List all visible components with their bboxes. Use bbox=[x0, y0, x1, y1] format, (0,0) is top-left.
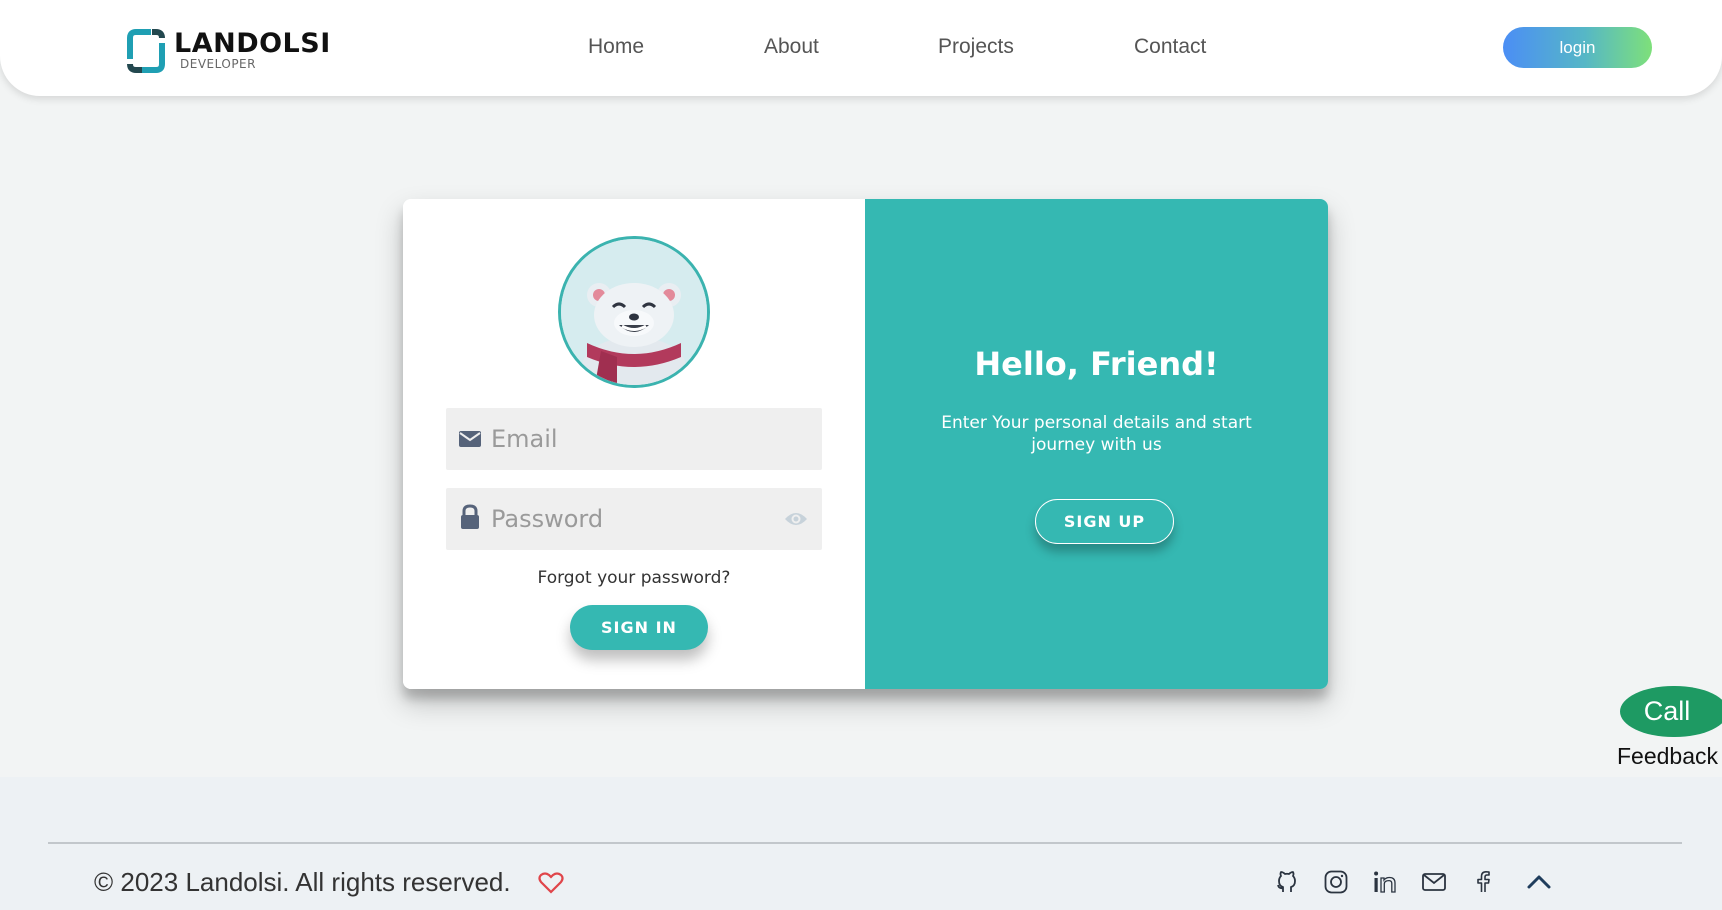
mail-icon[interactable] bbox=[1421, 869, 1447, 895]
avatar bbox=[558, 236, 710, 388]
lock-icon bbox=[461, 504, 479, 529]
nav-contact[interactable]: Contact bbox=[1134, 35, 1206, 59]
eye-icon[interactable] bbox=[784, 510, 808, 528]
overlay-subtitle: Enter Your personal details and start jo… bbox=[941, 413, 1252, 455]
nav-about[interactable]: About bbox=[764, 35, 819, 59]
heart-icon bbox=[538, 872, 564, 894]
logo-mark-icon bbox=[127, 29, 165, 73]
call-feedback-button[interactable]: Call bbox=[1620, 686, 1722, 737]
brand-name: LANDOLSI bbox=[174, 28, 331, 59]
signin-panel: Email Password Forgot your password? SIG… bbox=[403, 199, 865, 689]
polar-bear-avatar-icon bbox=[561, 239, 707, 385]
copyright-text: © 2023 Landolsi. All rights reserved. bbox=[94, 867, 511, 897]
sign-up-button[interactable]: SIGN UP bbox=[1035, 499, 1174, 544]
email-field[interactable]: Email bbox=[446, 408, 822, 470]
brand-logo[interactable]: LANDOLSI DEVELOPER bbox=[126, 26, 346, 74]
envelope-icon bbox=[459, 431, 481, 447]
site-header: LANDOLSI DEVELOPER Home About Projects C… bbox=[0, 0, 1722, 96]
site-footer: © 2023 Landolsi. All rights reserved. bbox=[0, 777, 1722, 910]
feedback-label[interactable]: Feedback bbox=[1617, 743, 1718, 770]
linkedin-icon[interactable] bbox=[1372, 869, 1398, 895]
password-placeholder: Password bbox=[491, 505, 604, 533]
instagram-icon[interactable] bbox=[1323, 869, 1349, 895]
sign-in-button[interactable]: SIGN IN bbox=[570, 605, 708, 650]
login-button[interactable]: login bbox=[1503, 27, 1652, 68]
footer-divider bbox=[48, 842, 1682, 844]
brand-subtitle: DEVELOPER bbox=[180, 57, 256, 71]
forgot-password-link[interactable]: Forgot your password? bbox=[403, 568, 865, 588]
facebook-icon[interactable] bbox=[1470, 869, 1496, 895]
password-field[interactable]: Password bbox=[446, 488, 822, 550]
overlay-panel: Hello, Friend! Enter Your personal detai… bbox=[865, 199, 1328, 689]
auth-card: Email Password Forgot your password? SIG… bbox=[403, 199, 1328, 689]
github-icon[interactable] bbox=[1274, 869, 1300, 895]
scroll-top-icon[interactable] bbox=[1526, 869, 1552, 895]
nav-home[interactable]: Home bbox=[588, 35, 644, 59]
nav-projects[interactable]: Projects bbox=[938, 35, 1014, 59]
overlay-title: Hello, Friend! bbox=[974, 345, 1219, 383]
email-placeholder: Email bbox=[491, 425, 558, 453]
